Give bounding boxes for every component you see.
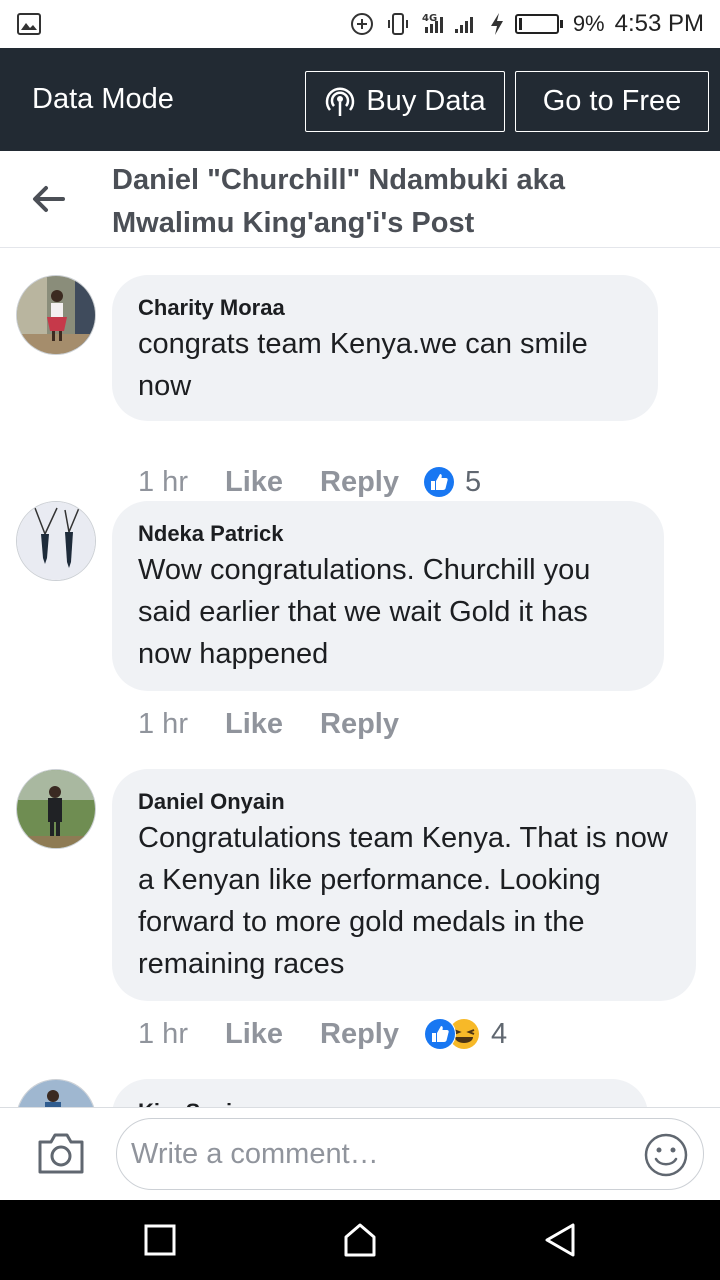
avatar[interactable] [16,1079,96,1107]
go-to-free-button[interactable]: Go to Free [515,71,709,132]
battery-percent: 9% [572,11,605,36]
buy-data-button[interactable]: Buy Data [305,71,505,132]
data-saver-icon [349,11,375,37]
avatar[interactable] [16,501,96,581]
network-type-label: 4G [422,13,437,24]
comment-actions: 1 hr Like Reply [138,704,423,744]
reply-button[interactable]: Reply [320,1018,399,1051]
like-haha-reactions-icon [424,1018,479,1050]
like-reaction-icon [424,467,454,497]
comment-bubble[interactable]: Daniel Onyain Congratulations team Kenya… [112,769,696,1001]
buy-data-label: Buy Data [366,85,486,117]
back-arrow-icon[interactable] [28,179,68,219]
reaction-summary[interactable]: 4 [423,1017,507,1051]
broadcast-icon [324,86,356,118]
comment-input[interactable]: Write a comment… [116,1118,704,1190]
reaction-count: 5 [465,465,482,498]
vibrate-icon [385,11,411,37]
go-to-free-label: Go to Free [542,85,682,117]
comment-time[interactable]: 1 hr [138,466,188,499]
comment-bubble[interactable]: Charity Moraa congrats team Kenya.we can… [112,275,658,421]
post-header: Daniel "Churchill" Ndambuki aka Mwalimu … [0,151,720,248]
status-bar: 4G 9% 4:53 PM [0,0,720,48]
comment-bubble[interactable]: Kim Senior [112,1079,648,1107]
gallery-notification-icon [16,11,42,37]
signal-4g-icon: 4G [421,11,479,37]
reaction-count: 4 [491,1017,508,1050]
home-icon[interactable] [340,1220,380,1260]
comment-time[interactable]: 1 hr [138,1018,188,1051]
reaction-summary[interactable]: 5 [423,466,481,499]
avatar[interactable] [16,275,96,355]
comment-text: congrats team Kenya.we can smile now [138,328,588,402]
comment-input-placeholder: Write a comment… [131,1137,379,1170]
reply-button[interactable]: Reply [320,708,399,741]
comment-text: Wow congratulations. Churchill you said … [138,554,591,670]
like-button[interactable]: Like [225,466,283,499]
recents-square-icon[interactable] [140,1220,180,1260]
comment-actions: 1 hr Like Reply 5 [138,462,481,502]
data-mode-label: Data Mode [32,83,174,115]
like-button[interactable]: Like [225,708,283,741]
comment-author[interactable]: Ndeka Patrick [138,519,638,549]
emoji-icon[interactable] [643,1132,689,1178]
comment-time[interactable]: 1 hr [138,708,188,741]
comment-author[interactable]: Daniel Onyain [138,787,670,817]
comment-author[interactable]: Charity Moraa [138,293,632,323]
avatar[interactable] [16,769,96,849]
like-button[interactable]: Like [225,1018,283,1051]
system-nav-bar [0,1200,720,1280]
back-triangle-icon[interactable] [540,1220,580,1260]
charging-icon [489,12,505,36]
comment-author[interactable]: Kim Senior [138,1097,622,1107]
comment-list[interactable]: Charity Moraa congrats team Kenya.we can… [0,249,720,1107]
reply-button[interactable]: Reply [320,466,399,499]
comment-bubble[interactable]: Ndeka Patrick Wow congratulations. Churc… [112,501,664,691]
data-mode-bar: Data Mode Buy Data Go to Free [0,48,720,151]
comment-text: Congratulations team Kenya. That is now … [138,822,668,980]
comment-actions: 1 hr Like Reply 4 [138,1014,507,1054]
camera-icon[interactable] [36,1130,86,1176]
battery-icon [514,14,563,34]
clock: 4:53 PM [614,10,704,37]
comment-composer: Write a comment… [0,1107,720,1200]
page-title: Daniel "Churchill" Ndambuki aka Mwalimu … [112,164,565,239]
